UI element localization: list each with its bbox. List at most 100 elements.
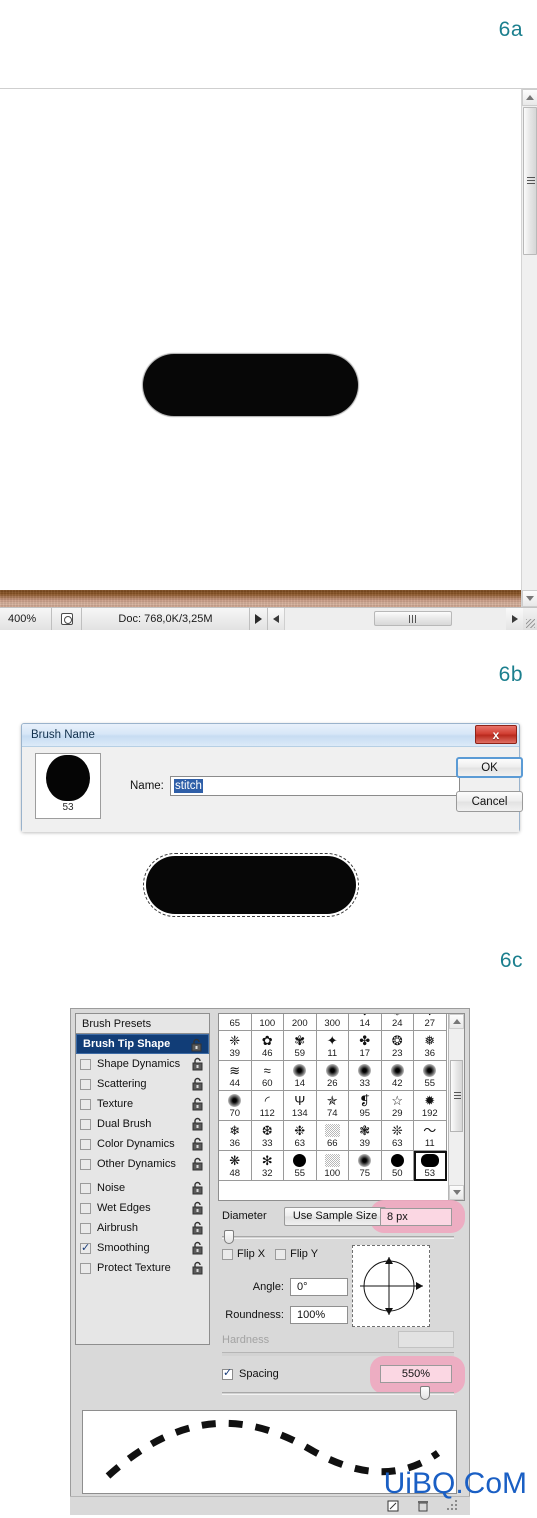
use-sample-size-button[interactable]: Use Sample Size xyxy=(284,1206,386,1226)
canvas-vertical-scrollbar[interactable] xyxy=(521,89,537,607)
canvas-horizontal-scrollbar[interactable] xyxy=(268,608,537,630)
grid-scroll-down-icon[interactable] xyxy=(449,1185,464,1200)
lock-icon[interactable] xyxy=(191,1097,204,1111)
spacing-value-field[interactable]: 550% xyxy=(380,1365,452,1383)
play-triangle-icon[interactable] xyxy=(250,608,268,630)
brush-option-airbrush[interactable]: Airbrush xyxy=(76,1218,209,1238)
brush-option-checkbox[interactable] xyxy=(80,1078,91,1090)
brush-preset-cell[interactable]: ❅ 36 xyxy=(414,1031,447,1061)
brush-preset-cell[interactable]: 70 xyxy=(219,1091,252,1121)
lock-icon[interactable] xyxy=(191,1057,204,1071)
brush-preset-cell[interactable]: 100 xyxy=(316,1151,349,1181)
brush-presets-header[interactable]: Brush Presets xyxy=(76,1014,209,1034)
brush-preset-cell[interactable]: ✤ 17 xyxy=(349,1031,382,1061)
zoom-level-field[interactable]: 400% xyxy=(0,608,52,630)
brush-option-dual-brush[interactable]: Dual Brush xyxy=(76,1114,209,1134)
scroll-right-icon[interactable] xyxy=(506,608,523,630)
flip-y-checkbox[interactable] xyxy=(275,1248,287,1260)
vertical-scrollbar-thumb[interactable] xyxy=(523,107,537,255)
flip-x-checkbox[interactable] xyxy=(222,1248,233,1260)
brush-preset-cell[interactable]: 33 xyxy=(349,1061,382,1091)
brush-option-checkbox[interactable] xyxy=(80,1202,91,1214)
brush-preset-cell[interactable]: ✾ 59 xyxy=(284,1031,317,1061)
brush-option-checkbox[interactable] xyxy=(80,1182,91,1194)
brush-preset-cell[interactable]: ✿ 46 xyxy=(251,1031,284,1061)
brush-preset-grid-container[interactable]: 65100200300✻14❁24❋27❈39✿46✾59✦11✤17❂23❅3… xyxy=(218,1013,465,1201)
brush-preset-cell[interactable]: 75 xyxy=(349,1151,382,1181)
brush-preset-cell[interactable]: 14 xyxy=(284,1061,317,1091)
brush-option-checkbox[interactable] xyxy=(80,1058,91,1070)
lock-icon[interactable] xyxy=(191,1117,204,1131)
horizontal-scrollbar-thumb[interactable] xyxy=(374,611,452,626)
brush-grid-scrollbar[interactable] xyxy=(448,1014,464,1200)
spacing-slider-knob[interactable] xyxy=(420,1386,430,1400)
lock-icon[interactable] xyxy=(191,1181,204,1195)
lock-icon[interactable] xyxy=(191,1221,204,1235)
document-proxy-icon[interactable] xyxy=(52,608,82,630)
brush-grid-scroll-thumb[interactable] xyxy=(450,1060,463,1132)
brush-preset-cell[interactable]: ❈ 39 xyxy=(219,1031,252,1061)
lock-icon[interactable] xyxy=(191,1077,204,1091)
brush-preset-cell[interactable]: ❂ 23 xyxy=(381,1031,414,1061)
brush-preset-cell[interactable]: ≋ 44 xyxy=(219,1061,252,1091)
document-canvas[interactable] xyxy=(0,89,521,607)
resize-grip-icon[interactable] xyxy=(523,608,537,630)
brush-preset-cell[interactable]: ❆ 33 xyxy=(251,1121,284,1151)
brush-option-smoothing[interactable]: Smoothing xyxy=(76,1238,209,1258)
lock-icon[interactable] xyxy=(191,1261,204,1275)
brush-preset-cell[interactable]: ≈60 xyxy=(251,1061,284,1091)
diameter-slider[interactable] xyxy=(222,1230,454,1244)
brush-option-other-dynamics[interactable]: Other Dynamics xyxy=(76,1154,209,1174)
brush-option-noise[interactable]: Noise xyxy=(76,1178,209,1198)
scroll-left-icon[interactable] xyxy=(268,608,285,630)
brush-preset-cell[interactable]: ❁24 xyxy=(381,1014,414,1031)
scroll-up-icon[interactable] xyxy=(522,89,537,106)
brush-option-checkbox[interactable] xyxy=(80,1241,91,1254)
brush-preset-cell[interactable]: 65 xyxy=(219,1014,252,1031)
brush-option-checkbox[interactable] xyxy=(80,1222,91,1234)
brush-preset-cell[interactable]: 53 xyxy=(414,1151,447,1181)
brush-preset-cell[interactable]: 50 xyxy=(381,1151,414,1181)
scroll-down-icon[interactable] xyxy=(522,590,537,607)
brush-option-checkbox[interactable] xyxy=(80,1138,91,1150)
brush-preset-cell[interactable]: 55 xyxy=(414,1061,447,1091)
brush-preset-cell[interactable]: ❡ 95 xyxy=(349,1091,382,1121)
brush-name-input[interactable]: stitch xyxy=(170,776,460,796)
brush-preset-cell[interactable]: ✯ 74 xyxy=(316,1091,349,1121)
lock-icon[interactable] xyxy=(191,1157,204,1171)
brush-option-protect-texture[interactable]: Protect Texture xyxy=(76,1258,209,1278)
spacing-checkbox[interactable] xyxy=(222,1366,233,1380)
new-brush-icon[interactable] xyxy=(386,1499,400,1513)
cancel-button[interactable]: Cancel xyxy=(456,791,523,812)
ok-button[interactable]: OK xyxy=(456,757,523,778)
brush-preset-cell[interactable]: ❄ 36 xyxy=(219,1121,252,1151)
brush-option-brush-tip-shape[interactable]: Brush Tip Shape xyxy=(76,1034,209,1054)
trash-icon[interactable] xyxy=(416,1499,430,1513)
brush-preset-cell[interactable]: ❊ 63 xyxy=(381,1121,414,1151)
brush-option-scattering[interactable]: Scattering xyxy=(76,1074,209,1094)
lock-icon[interactable] xyxy=(191,1241,204,1255)
brush-preset-cell[interactable]: ～ 11 xyxy=(414,1121,447,1151)
diameter-slider-knob[interactable] xyxy=(224,1230,234,1244)
close-icon[interactable]: x xyxy=(475,725,517,744)
brush-preset-cell[interactable]: ❋27 xyxy=(414,1014,447,1031)
grid-scroll-up-icon[interactable] xyxy=(449,1014,464,1029)
brush-option-wet-edges[interactable]: Wet Edges xyxy=(76,1198,209,1218)
brush-option-shape-dynamics[interactable]: Shape Dynamics xyxy=(76,1054,209,1074)
brush-preset-cell[interactable]: 100 xyxy=(251,1014,284,1031)
lock-icon[interactable] xyxy=(190,1038,203,1052)
brush-preset-cell[interactable]: ✻14 xyxy=(349,1014,382,1031)
spacing-slider[interactable] xyxy=(222,1386,454,1400)
brush-preset-cell[interactable]: 300 xyxy=(316,1014,349,1031)
brush-preset-cell[interactable]: ✹ 192 xyxy=(414,1091,447,1121)
angle-roundness-dial[interactable] xyxy=(352,1245,430,1327)
brush-preset-cell[interactable]: ☆ 29 xyxy=(381,1091,414,1121)
brush-preset-cell[interactable]: ❋ 48 xyxy=(219,1151,252,1181)
brush-preset-cell[interactable]: ◜ 112 xyxy=(251,1091,284,1121)
brush-preset-cell[interactable]: 66 xyxy=(316,1121,349,1151)
brush-preset-cell[interactable]: Ψ 134 xyxy=(284,1091,317,1121)
lock-icon[interactable] xyxy=(191,1201,204,1215)
brush-preset-cell[interactable]: ❉ 63 xyxy=(284,1121,317,1151)
brush-option-checkbox[interactable] xyxy=(80,1262,91,1274)
brush-option-texture[interactable]: Texture xyxy=(76,1094,209,1114)
